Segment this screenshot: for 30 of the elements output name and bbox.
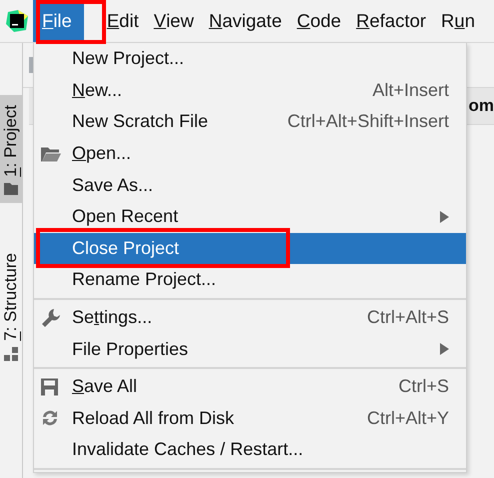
menu-item[interactable]: Open... [34, 138, 466, 170]
menu-item[interactable]: New Project... [34, 43, 466, 75]
menu-item[interactable]: Close Project [34, 232, 466, 264]
menu-item[interactable]: New Scratch File Ctrl+Alt+Shift+Insert [34, 106, 466, 138]
menu-bar-item[interactable]: Edit [106, 0, 145, 42]
menu-item[interactable]: Save All Ctrl+S [34, 370, 466, 403]
menu-item[interactable]: New... Alt+Insert [34, 74, 466, 106]
editor-tab[interactable]: om [468, 96, 494, 116]
menu-item[interactable]: Invalidate Caches / Restart... [34, 434, 466, 466]
menu-item[interactable]: Save As... [34, 169, 466, 201]
folder-icon [4, 182, 18, 195]
app-logo-icon [6, 10, 28, 32]
submenu-arrow-icon [440, 210, 449, 223]
folder-icon [40, 145, 62, 162]
tool-window-tab[interactable]: 1: Project [0, 95, 22, 203]
menu-bar-item[interactable]: Run [440, 0, 482, 42]
structure-icon [4, 346, 18, 361]
menu-item[interactable]: Settings... Ctrl+Alt+S [34, 302, 466, 334]
menu-bar-item[interactable]: Refactor [355, 0, 432, 42]
wrench-icon [40, 306, 62, 329]
menu-item[interactable]: Rename Project... [34, 264, 466, 296]
menu-item[interactable]: Reload All from Disk Ctrl+Alt+Y [34, 402, 466, 434]
menu-bar-item[interactable]: Navigate [208, 0, 288, 42]
menu-item[interactable]: Open Recent [34, 200, 466, 233]
menu-bar-item[interactable]: View [152, 0, 200, 42]
save-icon [40, 377, 59, 396]
menu-bar-item[interactable]: Code [296, 0, 348, 42]
submenu-arrow-icon [440, 343, 449, 356]
menu-item[interactable]: File Properties [34, 333, 466, 365]
tool-window-tab[interactable]: 7: Structure [0, 242, 22, 369]
